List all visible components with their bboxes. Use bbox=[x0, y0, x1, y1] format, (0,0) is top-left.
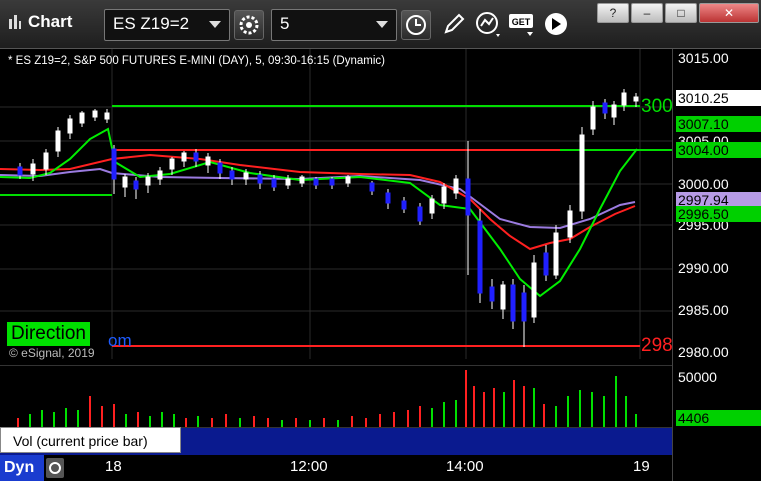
green-average-line bbox=[0, 127, 638, 298]
red-level-label: 298 bbox=[641, 335, 673, 356]
price-chart[interactable] bbox=[0, 49, 672, 359]
price-tick: 2980.00 bbox=[678, 344, 729, 360]
candlesticks bbox=[17, 89, 639, 347]
chevron-down-icon bbox=[376, 21, 388, 28]
clock-button[interactable] bbox=[401, 10, 431, 40]
interval-select[interactable]: 5 bbox=[271, 9, 397, 41]
copyright-label: © eSignal, 2019 bbox=[9, 346, 95, 360]
direction-badge[interactable]: Direction bbox=[7, 322, 90, 346]
price-tick: 3015.00 bbox=[678, 50, 729, 66]
time-tick: 18 bbox=[105, 458, 122, 475]
volume-chart[interactable] bbox=[0, 365, 672, 428]
price-tag-green: 3004.00 bbox=[676, 142, 761, 158]
settings-icon bbox=[239, 15, 259, 35]
pencil-icon[interactable] bbox=[440, 10, 468, 38]
volume-tick: 50000 bbox=[678, 369, 717, 385]
window-title: Chart bbox=[28, 12, 73, 31]
time-tick: 12:00 bbox=[290, 458, 328, 475]
green-level-label: 300 bbox=[641, 96, 673, 117]
volume-tag: 4406 bbox=[676, 410, 761, 426]
symbol-select[interactable]: ES Z19=2 bbox=[104, 9, 230, 41]
study-icon[interactable] bbox=[474, 10, 504, 38]
lock-icon[interactable] bbox=[45, 457, 65, 479]
clock-icon bbox=[406, 15, 426, 35]
time-tick: 14:00 bbox=[446, 458, 484, 475]
get-icon[interactable]: GET bbox=[507, 10, 537, 38]
chevron-down-icon bbox=[209, 21, 221, 28]
minimize-button[interactable]: – bbox=[631, 3, 663, 23]
interval-value: 5 bbox=[280, 14, 290, 33]
dynamic-label[interactable]: Dyn bbox=[0, 455, 44, 481]
time-axis[interactable] bbox=[0, 455, 672, 481]
next-icon[interactable] bbox=[541, 9, 571, 39]
last-price-tag: 3010.25 bbox=[676, 90, 761, 106]
dynamic-text: Dyn bbox=[4, 459, 35, 476]
price-tick: 3000.00 bbox=[678, 176, 729, 192]
chart-info-label: * ES Z19=2, S&P 500 FUTURES E-MINI (DAY)… bbox=[8, 55, 385, 67]
close-icon[interactable]: x bbox=[170, 426, 178, 442]
help-button[interactable]: ? bbox=[597, 3, 629, 23]
time-tick: 19 bbox=[633, 458, 650, 475]
volume-study-label[interactable]: Vol (current price bar) bbox=[0, 427, 181, 453]
maximize-button[interactable]: □ bbox=[665, 3, 697, 23]
chart-app-icon bbox=[9, 15, 21, 29]
svg-text:GET: GET bbox=[512, 17, 531, 27]
purple-average-line bbox=[0, 167, 636, 230]
close-button[interactable]: ✕ bbox=[699, 3, 759, 23]
symbol-value: ES Z19=2 bbox=[113, 14, 190, 33]
price-tag-green: 2996.50 bbox=[676, 206, 761, 222]
price-tick: 2985.00 bbox=[678, 302, 729, 318]
settings-button[interactable] bbox=[234, 10, 264, 40]
om-text: om bbox=[108, 331, 132, 350]
price-tick: 2990.00 bbox=[678, 260, 729, 276]
price-tag-green: 3007.10 bbox=[676, 116, 761, 132]
